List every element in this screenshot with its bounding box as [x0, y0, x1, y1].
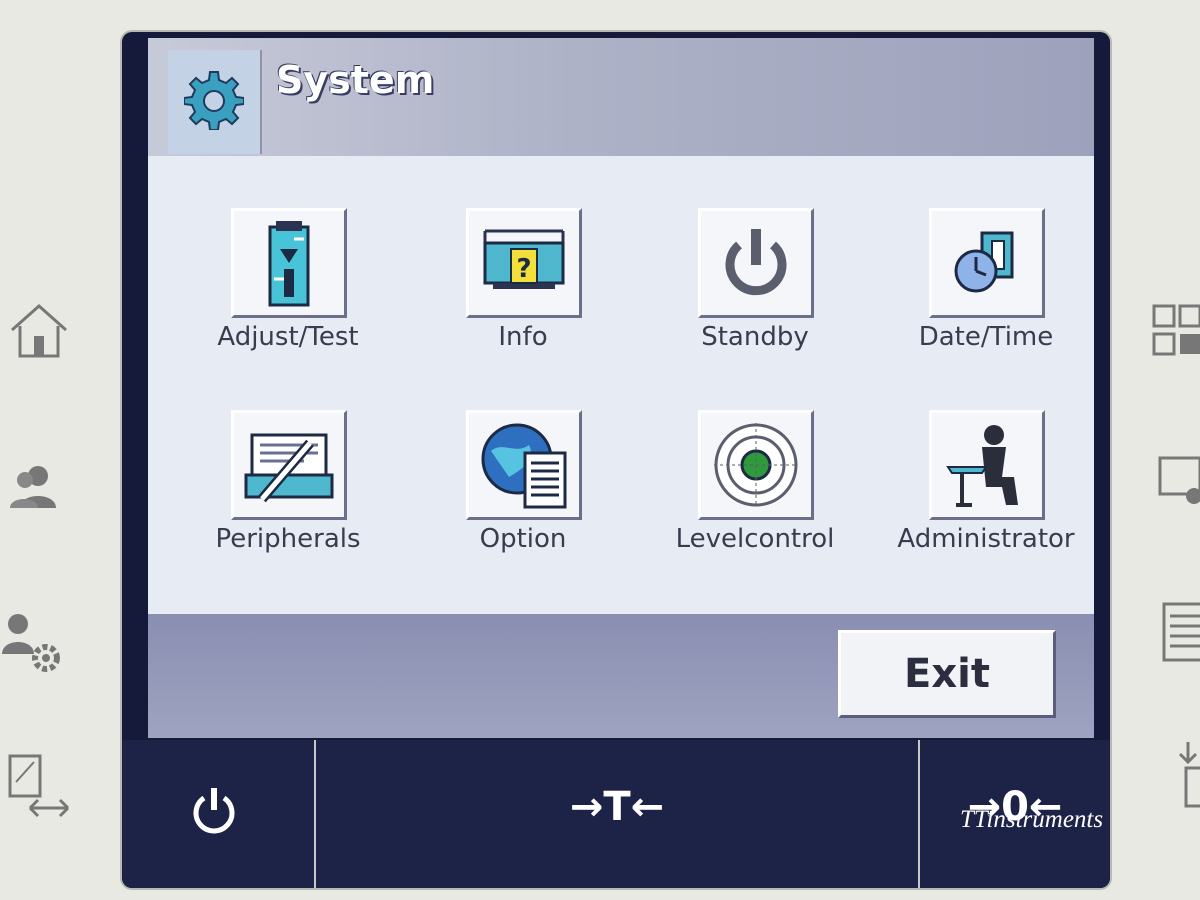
menu-item-label: Administrator: [897, 524, 1075, 554]
globe-document-icon: [481, 423, 567, 509]
exit-button[interactable]: Exit: [838, 630, 1056, 718]
power-softkey[interactable]: [122, 740, 316, 888]
menu-item-date-time[interactable]: Date/Time: [876, 208, 1094, 388]
transfer-icon[interactable]: [6, 752, 72, 822]
calendar-clock-icon: [954, 231, 1014, 293]
power-icon: [193, 788, 235, 834]
system-menu-grid: Adjust/Test ? Info Standby Date/Time Per…: [148, 156, 1094, 614]
document-list-icon[interactable]: [1162, 602, 1200, 664]
weight-adjust-icon: [268, 221, 310, 307]
menu-item-label: Option: [479, 524, 567, 554]
terminal-screen: System Adjust/Test ? Info Standby Date/T…: [122, 32, 1110, 888]
menu-item-administrator[interactable]: Administrator: [876, 410, 1094, 590]
menu-item-label: Info: [498, 322, 548, 352]
home-icon[interactable]: [8, 300, 70, 362]
level-bubble-icon: [714, 423, 798, 507]
users-icon[interactable]: [8, 462, 58, 512]
gear-icon: [184, 71, 244, 130]
menu-item-label: Date/Time: [918, 322, 1054, 352]
menu-item-peripherals[interactable]: Peripherals: [178, 410, 398, 590]
watermark: TTinstruments: [960, 806, 1104, 833]
menu-item-label: Levelcontrol: [675, 524, 835, 554]
system-menu-display: System Adjust/Test ? Info Standby Date/T…: [148, 38, 1094, 738]
administrator-icon: [946, 425, 1018, 507]
document-download-icon[interactable]: [1174, 740, 1200, 810]
tare-softkey[interactable]: →T←: [316, 740, 920, 888]
printer-icon: [244, 433, 334, 503]
menu-item-label: Standby: [701, 322, 809, 352]
menu-item-adjust-test[interactable]: Adjust/Test: [178, 208, 398, 388]
svg-text:?: ?: [516, 254, 531, 284]
menu-item-label: Peripherals: [215, 524, 361, 554]
menu-item-levelcontrol[interactable]: Levelcontrol: [645, 410, 865, 590]
page-title: System: [276, 58, 435, 102]
title-bar: System: [148, 38, 1094, 156]
tare-label: →T←: [569, 784, 665, 830]
action-panel: Exit: [148, 614, 1094, 738]
power-icon: [725, 229, 787, 296]
info-scale-icon: ?: [483, 229, 565, 289]
grid-view-icon[interactable]: [1150, 302, 1200, 358]
menu-item-info[interactable]: ? Info: [413, 208, 633, 388]
display-settings-icon[interactable]: [1158, 456, 1200, 510]
title-icon-box: [168, 50, 262, 154]
menu-item-option[interactable]: Option: [413, 410, 633, 590]
menu-item-standby[interactable]: Standby: [645, 208, 865, 388]
menu-item-label: Adjust/Test: [217, 322, 359, 352]
user-settings-icon[interactable]: [2, 610, 66, 680]
